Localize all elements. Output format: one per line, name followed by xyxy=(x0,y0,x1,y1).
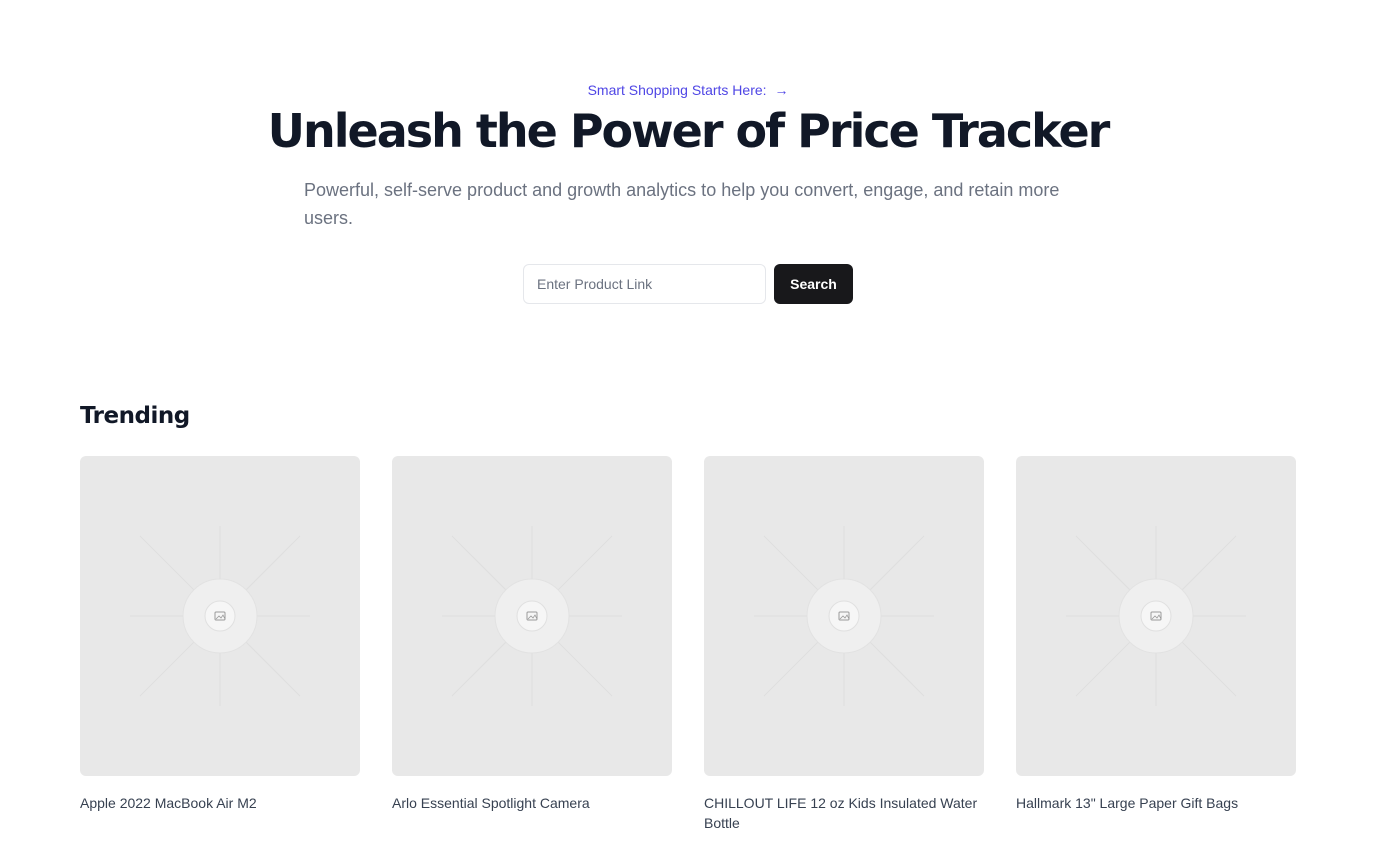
image-placeholder-icon xyxy=(130,526,310,706)
product-title: Arlo Essential Spotlight Camera xyxy=(392,795,590,811)
arrow-right-icon: → xyxy=(774,82,789,98)
eyebrow-link[interactable]: Smart Shopping Starts Here: → xyxy=(0,80,1376,100)
image-placeholder-icon xyxy=(442,526,622,706)
product-title: CHILLOUT LIFE 12 oz Kids Insulated Water… xyxy=(704,795,978,831)
page-title: Unleash the Power of Price Tracker xyxy=(267,104,1111,158)
product-card[interactable]: Apple 2022 MacBook Air M2 xyxy=(80,456,360,833)
product-image xyxy=(704,456,984,776)
product-card[interactable]: Arlo Essential Spotlight Camera xyxy=(392,456,672,833)
image-placeholder-icon xyxy=(754,526,934,706)
product-image xyxy=(392,456,672,776)
product-title: Hallmark 13" Large Paper Gift Bags xyxy=(1016,795,1239,811)
product-image xyxy=(80,456,360,776)
hero-subtext: Powerful, self-serve product and growth … xyxy=(304,180,1060,228)
product-title: Apple 2022 MacBook Air M2 xyxy=(80,795,257,811)
eyebrow-text: Smart Shopping Starts Here: xyxy=(587,82,767,98)
product-link-input[interactable] xyxy=(523,264,766,304)
trending-heading: Trending xyxy=(80,403,190,429)
search-form: Search xyxy=(523,264,853,304)
product-card[interactable]: CHILLOUT LIFE 12 oz Kids Insulated Water… xyxy=(704,456,984,833)
product-card[interactable]: Hallmark 13" Large Paper Gift Bags xyxy=(1016,456,1296,833)
product-image xyxy=(1016,456,1296,776)
search-button[interactable]: Search xyxy=(774,264,853,304)
image-placeholder-icon xyxy=(1066,526,1246,706)
trending-grid: Apple 2022 MacBook Air M2 Arlo Essential… xyxy=(80,456,1296,833)
